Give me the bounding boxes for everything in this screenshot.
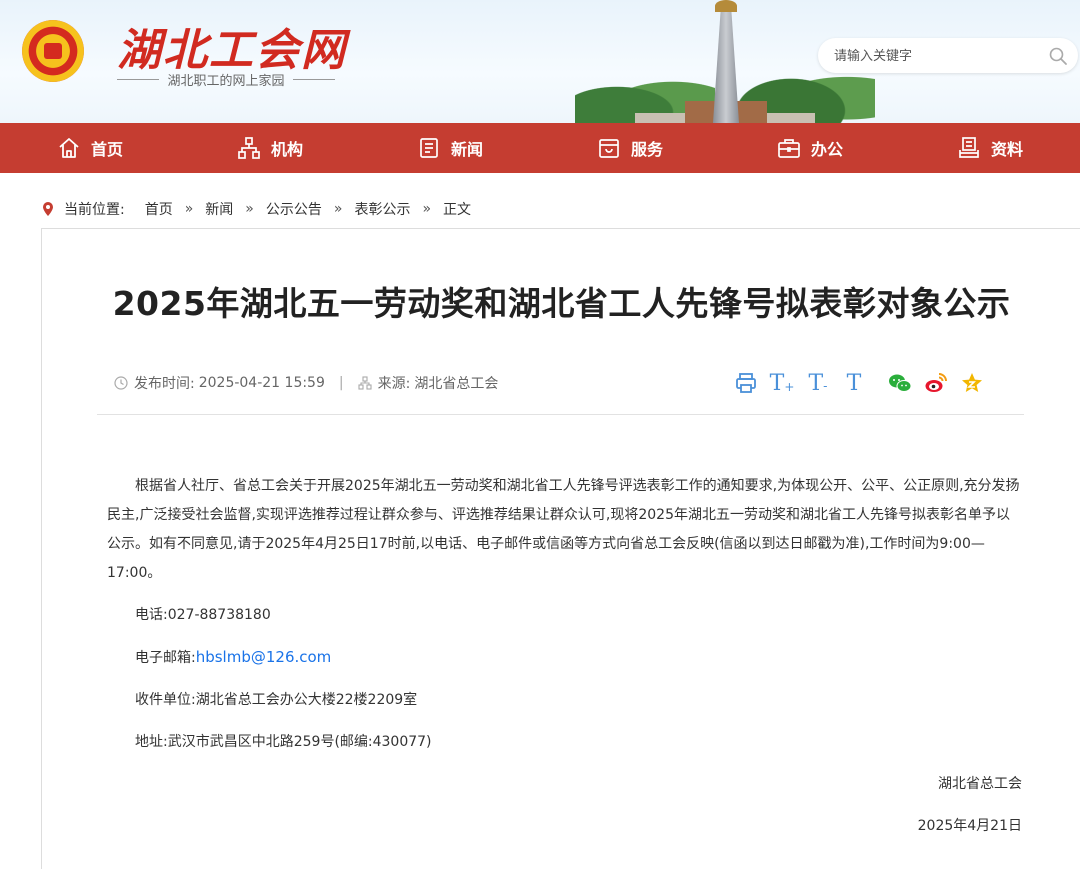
breadcrumb-separator: » xyxy=(245,201,254,217)
org-chart-icon xyxy=(238,137,260,159)
source-org-icon xyxy=(358,376,372,390)
contact-phone: 电话:027-88738180 xyxy=(135,607,271,623)
source-name: 湖北省总工会 xyxy=(414,376,499,392)
monument-tower xyxy=(713,8,739,123)
breadcrumb-separator: » xyxy=(333,201,343,217)
share-wechat-button[interactable] xyxy=(882,367,918,399)
meta-divider-line xyxy=(97,414,1024,415)
font-increase-button[interactable]: T + xyxy=(764,367,800,399)
signature-date: 2025年4月21日 xyxy=(917,818,1022,834)
nav-item-archive[interactable]: 资料 xyxy=(900,123,1080,173)
briefcase-icon xyxy=(778,139,800,158)
breadcrumb-label: 当前位置: xyxy=(64,202,125,218)
site-header: 湖北工会网 湖北职工的网上家园 xyxy=(0,0,1080,123)
publish-time: 2025-04-21 15:59 xyxy=(198,375,325,391)
breadcrumb-separator: » xyxy=(422,201,432,217)
minus-sign: - xyxy=(823,379,828,393)
plus-sign: + xyxy=(784,380,795,394)
search-input[interactable] xyxy=(834,46,1034,66)
breadcrumb-separator: » xyxy=(184,201,194,217)
print-button[interactable] xyxy=(728,367,764,399)
site-slogan: 湖北职工的网上家园 xyxy=(117,70,335,89)
article-paragraph: 根据省人社厅、省总工会关于开展2025年湖北五一劳动奖和湖北省工人先锋号评选表彰… xyxy=(107,478,1020,581)
contact-email: 电子邮箱:hbslmb@126.com xyxy=(107,643,1022,673)
clock-icon xyxy=(114,376,128,390)
font-decrease-icon: T xyxy=(808,370,824,396)
service-icon xyxy=(599,139,619,158)
email-link[interactable]: hbslmb@126.com xyxy=(196,648,332,666)
font-decrease-button[interactable]: T- xyxy=(800,367,836,399)
search-icon[interactable] xyxy=(1048,46,1068,66)
archive-icon xyxy=(959,137,979,158)
breadcrumb-news[interactable]: 新闻 xyxy=(199,199,239,219)
article-body: 根据省人社厅、省总工会关于开展2025年湖北五一劳动奖和湖北省工人先锋号评选表彰… xyxy=(107,472,1022,854)
share-weibo-button[interactable] xyxy=(918,367,954,399)
breadcrumb-current: 正文 xyxy=(443,202,472,218)
nav-item-home[interactable]: 首页 xyxy=(0,123,180,173)
site-logo-text[interactable]: 湖北工会网 xyxy=(117,14,347,78)
source-label: 来源: xyxy=(377,376,411,392)
nav-item-office[interactable]: 办公 xyxy=(720,123,900,173)
email-label: 电子邮箱: xyxy=(135,650,196,666)
breadcrumb: 当前位置: 首页 » 新闻 » 公示公告 » 表彰公示 » 正文 xyxy=(42,198,477,220)
monument-statue xyxy=(715,0,737,12)
breadcrumb-home[interactable]: 首页 xyxy=(139,199,179,219)
nav-item-org[interactable]: 机构 xyxy=(180,123,360,173)
printer-icon xyxy=(736,373,756,393)
nav-label: 机构 xyxy=(270,140,303,159)
location-pin-icon xyxy=(43,202,53,216)
publish-label: 发布时间: xyxy=(134,376,195,392)
font-increase-icon: T xyxy=(769,370,785,396)
breadcrumb-announcements[interactable]: 公示公告 xyxy=(260,199,328,219)
contact-address: 地址:武汉市武昌区中北路259号(邮编:430077) xyxy=(135,734,432,750)
nav-item-service[interactable]: 服务 xyxy=(540,123,720,173)
article-card: 2025年湖北五一劳动奖和湖北省工人先锋号拟表彰对象公示 发布时间: 2025-… xyxy=(41,228,1080,869)
main-nav: 首页 机构 新闻 服务 办公 资料 xyxy=(0,123,1080,173)
star-icon xyxy=(962,373,982,392)
union-emblem-logo[interactable] xyxy=(22,20,84,82)
weibo-icon xyxy=(925,373,947,392)
signature: 湖北省总工会 xyxy=(938,776,1022,792)
contact-recipient: 收件单位:湖北省总工会办公大楼22楼2209室 xyxy=(135,692,418,708)
article-tools: T + T- T xyxy=(728,367,990,399)
article-title: 2025年湖北五一劳动奖和湖北省工人先锋号拟表彰对象公示 xyxy=(112,284,1011,323)
nav-item-news[interactable]: 新闻 xyxy=(360,123,540,173)
home-icon xyxy=(59,138,79,158)
font-reset-button[interactable]: T xyxy=(836,367,872,399)
wechat-icon xyxy=(889,374,912,392)
news-icon xyxy=(420,138,438,158)
nav-label: 办公 xyxy=(810,140,843,159)
nav-label: 资料 xyxy=(990,140,1023,159)
nav-label: 服务 xyxy=(630,140,663,159)
nav-label: 首页 xyxy=(90,140,123,159)
article-meta: 发布时间: 2025-04-21 15:59 | 来源: 湖北省总工会 xyxy=(114,372,498,394)
nav-label: 新闻 xyxy=(450,140,483,159)
search-box xyxy=(818,38,1078,73)
favorite-button[interactable] xyxy=(954,367,990,399)
meta-divider: | xyxy=(338,375,344,391)
breadcrumb-commendation[interactable]: 表彰公示 xyxy=(348,199,416,219)
font-reset-icon: T xyxy=(846,370,862,396)
